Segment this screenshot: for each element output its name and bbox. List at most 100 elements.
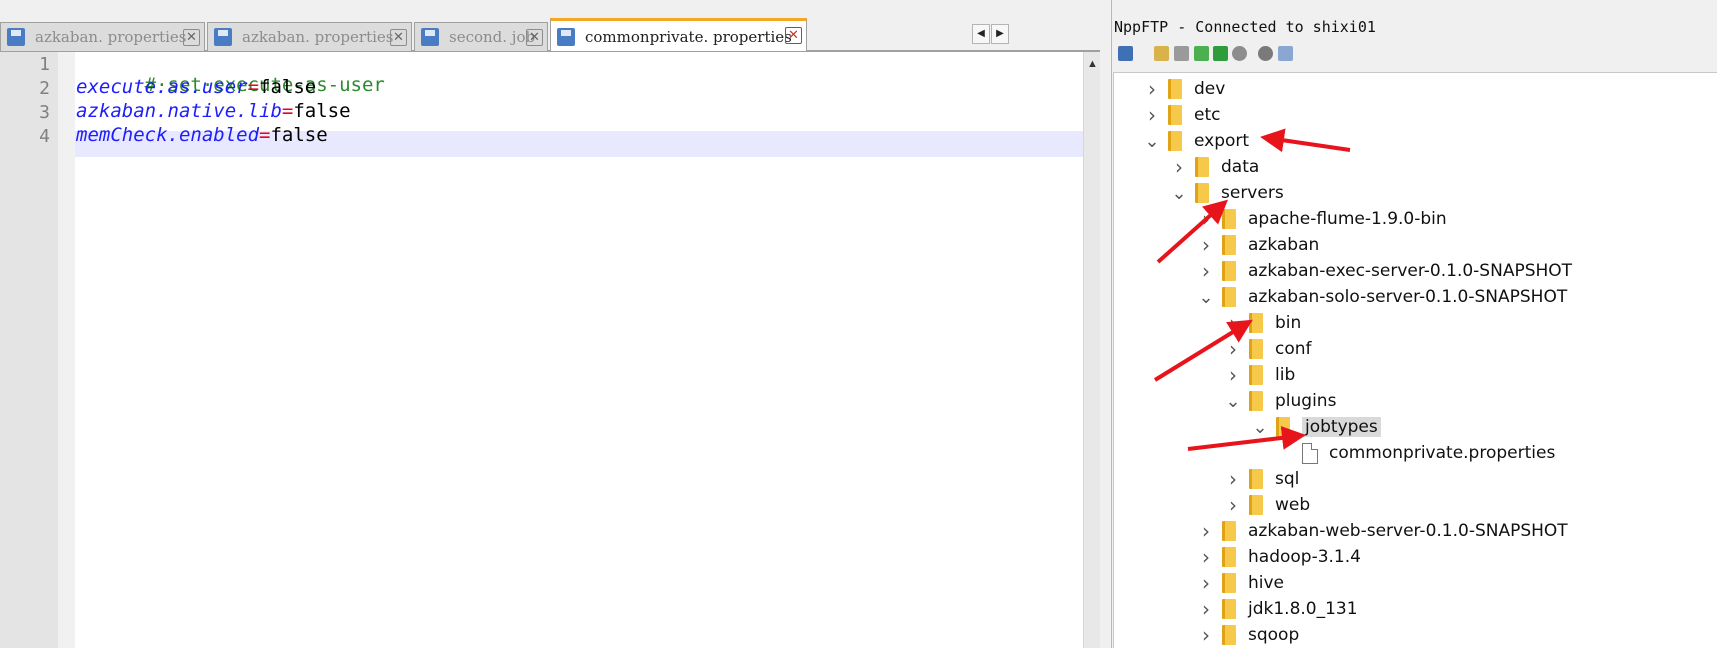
chevron-down-icon[interactable]: ⌄	[1142, 131, 1162, 152]
tree-folder-item[interactable]: ⌄ servers	[1169, 180, 1283, 206]
folder-icon	[1168, 79, 1182, 99]
chevron-right-icon[interactable]: ›	[1223, 311, 1243, 335]
tree-folder-item[interactable]: › web	[1223, 492, 1310, 518]
saved-file-icon	[7, 28, 25, 46]
abort-icon[interactable]	[1232, 46, 1247, 61]
code-line-4[interactable]: memCheck.enabled=false	[76, 124, 328, 146]
main-toolbar	[0, 0, 1717, 12]
chevron-right-icon[interactable]: ›	[1142, 103, 1162, 127]
upload-icon[interactable]	[1194, 46, 1209, 61]
tab-scroll-right-button[interactable]: ▶	[991, 24, 1009, 44]
tree-item-label: jdk1.8.0_131	[1248, 599, 1358, 619]
saved-file-icon	[214, 28, 232, 46]
scroll-up-icon[interactable]: ▲	[1087, 58, 1098, 70]
chevron-right-icon[interactable]: ›	[1196, 623, 1216, 647]
tree-folder-item[interactable]: › data	[1169, 154, 1259, 180]
saved-file-icon	[557, 27, 575, 46]
chevron-right-icon[interactable]: ›	[1196, 519, 1216, 543]
folder-icon	[1222, 209, 1236, 229]
chevron-right-icon[interactable]: ›	[1223, 467, 1243, 491]
nppftp-panel: NppFTP - Connected to shixi01 › dev › etc ⌄ e…	[1112, 14, 1717, 648]
line-number: 3	[39, 102, 50, 123]
tree-folder-item[interactable]: ⌄ jobtypes	[1250, 414, 1381, 440]
remote-file-tree[interactable]: › dev › etc ⌄ export › data ⌄ servers › apache-flum…	[1113, 72, 1717, 648]
chevron-right-icon[interactable]: ›	[1196, 233, 1216, 257]
tree-file-item[interactable]: commonprivate.properties	[1277, 440, 1555, 466]
folder-icon	[1249, 495, 1263, 515]
chevron-right-icon[interactable]: ›	[1196, 597, 1216, 621]
tab-azkaban-properties-2[interactable]: azkaban. properties ✕	[207, 22, 412, 51]
tree-item-label: etc	[1194, 105, 1221, 125]
code-editor[interactable]: 1 2 3 4 #·set·execute-as-user execute.as…	[0, 51, 1100, 648]
tree-item-label: bin	[1275, 313, 1302, 333]
chevron-right-icon[interactable]: ›	[1196, 259, 1216, 283]
tab-scroll-left-button[interactable]: ◀	[972, 24, 990, 44]
property-value: false	[259, 76, 317, 98]
tree-folder-item[interactable]: › hive	[1196, 570, 1284, 596]
tree-folder-item[interactable]: › bin	[1223, 310, 1301, 336]
tree-item-label: hive	[1248, 573, 1285, 593]
tree-folder-item[interactable]: › azkaban-exec-server-0.1.0-SNAPSHOT	[1196, 258, 1572, 284]
tree-folder-item[interactable]: › azkaban	[1196, 232, 1319, 258]
chevron-right-icon[interactable]: ›	[1196, 207, 1216, 231]
tree-folder-item[interactable]: › apache-flume-1.9.0-bin	[1196, 206, 1447, 232]
tree-item-label: commonprivate.properties	[1329, 443, 1556, 463]
close-tab-icon[interactable]: ✕	[390, 29, 407, 46]
code-line-3[interactable]: azkaban.native.lib=false	[76, 100, 351, 122]
close-tab-icon[interactable]: ✕	[526, 29, 543, 46]
open-folder-icon[interactable]	[1154, 46, 1169, 61]
tree-folder-item[interactable]: › dev	[1142, 76, 1225, 102]
close-tab-icon[interactable]: ✕	[183, 29, 200, 46]
close-tab-icon[interactable]: ✕	[785, 27, 802, 44]
tree-folder-item[interactable]: › hadoop-3.1.4	[1196, 544, 1361, 570]
chevron-right-icon[interactable]: ›	[1223, 363, 1243, 387]
tab-commonprivate-properties[interactable]: commonprivate. properties ✕	[550, 18, 807, 52]
tree-item-label: azkaban-web-server-0.1.0-SNAPSHOT	[1248, 521, 1568, 541]
line-number: 2	[39, 78, 50, 99]
tree-folder-item[interactable]: › lib	[1223, 362, 1295, 388]
line-number: 4	[39, 126, 50, 147]
tree-folder-item[interactable]: › sqoop	[1196, 622, 1299, 648]
connect-icon[interactable]	[1118, 46, 1133, 61]
folder-icon	[1222, 287, 1236, 307]
tree-folder-item[interactable]: › etc	[1142, 102, 1220, 128]
chevron-right-icon[interactable]: ›	[1223, 337, 1243, 361]
folder-icon	[1249, 365, 1263, 385]
chevron-right-icon[interactable]: ›	[1196, 571, 1216, 595]
refresh-icon[interactable]	[1213, 46, 1228, 61]
tree-item-label: jobtypes	[1302, 417, 1381, 437]
fold-margin[interactable]	[58, 52, 75, 648]
download-icon[interactable]	[1174, 46, 1189, 61]
panel-splitter[interactable]	[1100, 0, 1112, 648]
folder-icon	[1249, 469, 1263, 489]
vertical-scrollbar[interactable]: ▲	[1083, 52, 1100, 648]
app-window: azkaban. properties ✕ azkaban. propertie…	[0, 0, 1717, 648]
tree-item-label: apache-flume-1.9.0-bin	[1248, 209, 1447, 229]
property-value: false	[270, 124, 328, 146]
code-line-2[interactable]: execute.as.user=false	[76, 76, 316, 98]
folder-icon	[1222, 521, 1236, 541]
chevron-down-icon[interactable]: ⌄	[1196, 287, 1216, 308]
tree-folder-item[interactable]: ⌄ azkaban-solo-server-0.1.0-SNAPSHOT	[1196, 284, 1567, 310]
folder-icon	[1222, 547, 1236, 567]
chevron-right-icon[interactable]: ›	[1169, 155, 1189, 179]
message-window-icon[interactable]	[1278, 46, 1293, 61]
chevron-right-icon[interactable]: ›	[1196, 545, 1216, 569]
tree-folder-item[interactable]: › jdk1.8.0_131	[1196, 596, 1358, 622]
folder-icon	[1222, 599, 1236, 619]
tab-azkaban-properties-1[interactable]: azkaban. properties ✕	[0, 22, 205, 51]
chevron-down-icon[interactable]: ⌄	[1223, 391, 1243, 412]
tab-second-job[interactable]: second. job ✕	[414, 22, 548, 51]
tree-item-label: azkaban-exec-server-0.1.0-SNAPSHOT	[1248, 261, 1573, 281]
folder-icon	[1222, 235, 1236, 255]
tree-folder-item[interactable]: ⌄ plugins	[1223, 388, 1336, 414]
chevron-right-icon[interactable]: ›	[1142, 77, 1162, 101]
chevron-right-icon[interactable]: ›	[1223, 493, 1243, 517]
tree-folder-item[interactable]: › azkaban-web-server-0.1.0-SNAPSHOT	[1196, 518, 1568, 544]
settings-gear-icon[interactable]	[1258, 46, 1273, 61]
tree-folder-item[interactable]: › sql	[1223, 466, 1299, 492]
chevron-down-icon[interactable]: ⌄	[1169, 183, 1189, 204]
chevron-down-icon[interactable]: ⌄	[1250, 417, 1270, 438]
tree-folder-item[interactable]: › conf	[1223, 336, 1312, 362]
tree-folder-item[interactable]: ⌄ export	[1142, 128, 1249, 154]
